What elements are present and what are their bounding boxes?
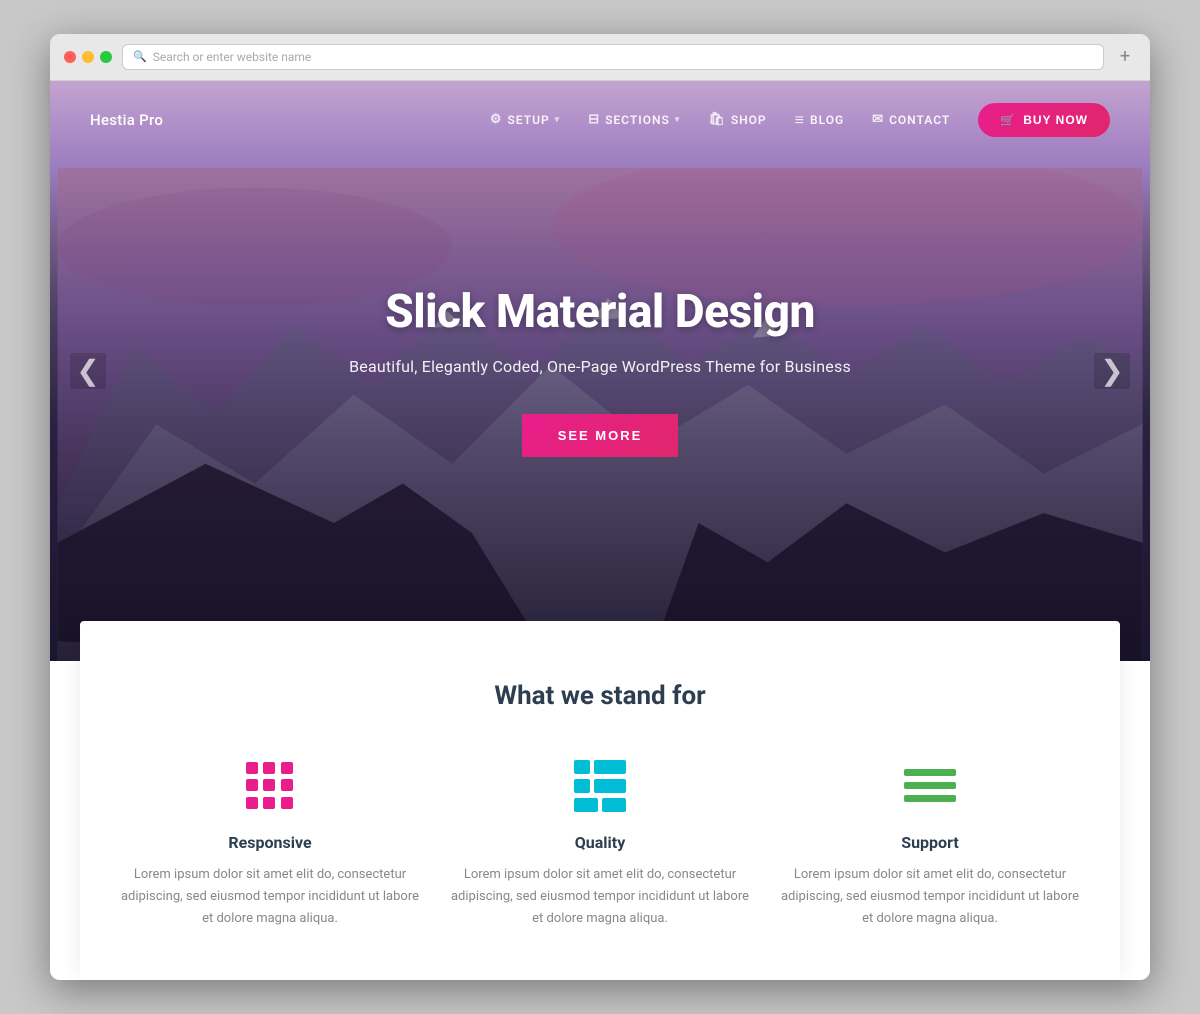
browser-window: 🔍 Search or enter website name + (50, 34, 1150, 980)
feature-responsive: Responsive Lorem ipsum dolor sit amet el… (120, 761, 420, 930)
nav-links-list: ⚙ SETUP ▾ ⊟ SECTIONS ▾ � (490, 103, 1110, 137)
maximize-button[interactable] (100, 51, 112, 63)
hero-section: Hestia Pro ⚙ SETUP ▾ ⊟ SECTIONS (50, 81, 1150, 661)
feature-support: Support Lorem ipsum dolor sit amet elit … (780, 761, 1080, 930)
grid-icon (246, 762, 294, 810)
left-arrow-icon: ❮ (76, 354, 99, 387)
address-text: Search or enter website name (153, 50, 312, 64)
browser-chrome: 🔍 Search or enter website name + (50, 34, 1150, 81)
hero-background: Hestia Pro ⚙ SETUP ▾ ⊟ SECTIONS (50, 81, 1150, 661)
responsive-desc: Lorem ipsum dolor sit amet elit do, cons… (120, 864, 420, 930)
site-content: Hestia Pro ⚙ SETUP ▾ ⊟ SECTIONS (50, 81, 1150, 980)
nav-label-sections: SECTIONS (605, 113, 670, 127)
cart-icon: 🛒 (1000, 113, 1016, 127)
table-icon (574, 760, 626, 812)
features-section: What we stand for (80, 621, 1120, 980)
nav-item-setup[interactable]: ⚙ SETUP ▾ (490, 112, 560, 127)
hero-content: Slick Material Design Beautiful, Elegant… (309, 285, 891, 457)
support-icon (900, 761, 960, 811)
navbar: Hestia Pro ⚙ SETUP ▾ ⊟ SECTIONS (50, 81, 1150, 159)
brand-logo[interactable]: Hestia Pro (90, 111, 163, 129)
nav-label-setup: SETUP (507, 113, 549, 127)
responsive-title: Responsive (120, 833, 420, 852)
hero-title: Slick Material Design (349, 285, 851, 339)
buy-now-label: BUY NOW (1023, 113, 1088, 127)
nav-label-contact: CONTACT (889, 113, 950, 127)
quality-desc: Lorem ipsum dolor sit amet elit do, cons… (450, 864, 750, 930)
support-desc: Lorem ipsum dolor sit amet elit do, cons… (780, 864, 1080, 930)
features-title: What we stand for (120, 681, 1080, 711)
nav-item-sections[interactable]: ⊟ SECTIONS ▾ (588, 112, 680, 127)
hero-prev-arrow[interactable]: ❮ (70, 353, 106, 389)
quality-title: Quality (450, 833, 750, 852)
hero-subtitle: Beautiful, Elegantly Coded, One-Page Wor… (349, 357, 851, 376)
lines-icon (904, 769, 956, 802)
features-grid: Responsive Lorem ipsum dolor sit amet el… (120, 761, 1080, 930)
search-icon: 🔍 (133, 50, 147, 63)
setup-icon: ⚙ (490, 112, 503, 127)
website-content: Hestia Pro ⚙ SETUP ▾ ⊟ SECTIONS (50, 81, 1150, 980)
nav-label-shop: SHOP (731, 113, 767, 127)
responsive-icon (240, 761, 300, 811)
chevron-down-icon-2: ▾ (675, 115, 681, 125)
new-tab-button[interactable]: + (1114, 46, 1136, 68)
nav-item-buy: 🛒 BUY NOW (978, 103, 1110, 137)
buy-now-button[interactable]: 🛒 BUY NOW (978, 103, 1110, 137)
nav-item-blog[interactable]: ≡ BLOG (795, 112, 845, 128)
close-button[interactable] (64, 51, 76, 63)
minimize-button[interactable] (82, 51, 94, 63)
see-more-button[interactable]: SEE MORE (522, 414, 679, 457)
chevron-down-icon: ▾ (555, 115, 561, 125)
address-bar[interactable]: 🔍 Search or enter website name (122, 44, 1104, 70)
contact-icon: ✉ (872, 112, 884, 127)
sections-icon: ⊟ (588, 112, 600, 127)
nav-menu: ⚙ SETUP ▾ ⊟ SECTIONS ▾ � (490, 103, 1110, 137)
feature-quality: Quality Lorem ipsum dolor sit amet elit … (450, 761, 750, 930)
nav-label-blog: BLOG (810, 113, 844, 127)
nav-item-contact[interactable]: ✉ CONTACT (872, 112, 950, 127)
nav-item-shop[interactable]: 🛍 SHOP (708, 112, 766, 127)
right-arrow-icon: ❯ (1100, 354, 1123, 387)
hero-next-arrow[interactable]: ❯ (1094, 353, 1130, 389)
support-title: Support (780, 833, 1080, 852)
traffic-lights (64, 51, 112, 63)
quality-icon (570, 761, 630, 811)
blog-icon: ≡ (795, 112, 805, 128)
shop-icon: 🛍 (708, 112, 726, 127)
